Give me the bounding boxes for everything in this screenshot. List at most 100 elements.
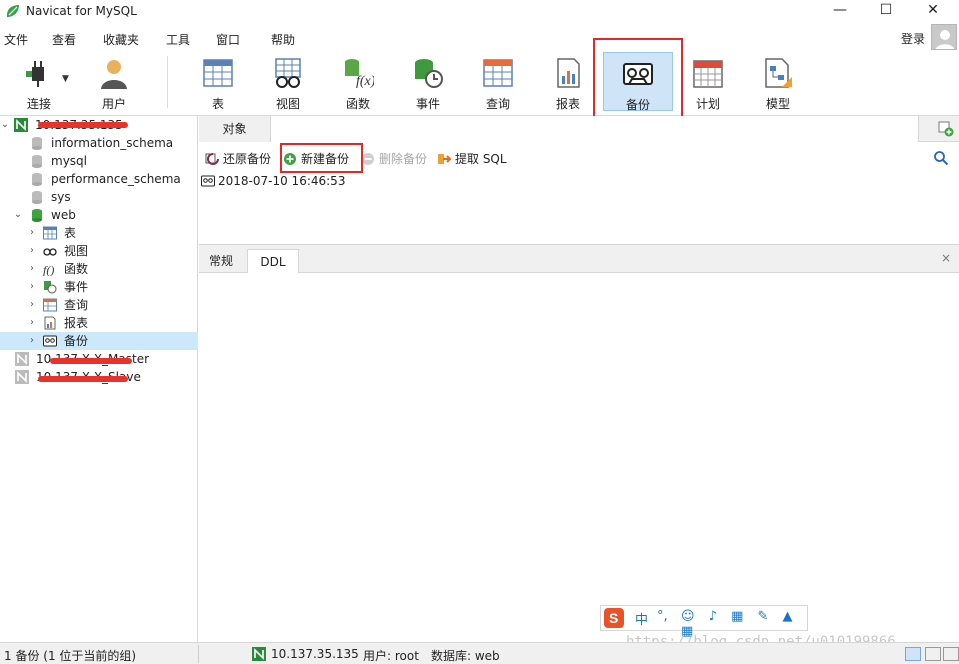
- view-button[interactable]: 视图: [257, 52, 319, 111]
- db-label: performance_schema: [51, 172, 181, 186]
- view-icon: [275, 58, 301, 88]
- tree-web-events[interactable]: › 事件: [0, 278, 198, 296]
- menu-help[interactable]: 帮助: [271, 31, 295, 48]
- delete-backup-button[interactable]: 删除备份: [361, 150, 435, 168]
- menu-favorites[interactable]: 收藏夹: [103, 31, 139, 48]
- detail-view-icon[interactable]: [943, 647, 959, 661]
- new-tab-icon[interactable]: [937, 120, 955, 138]
- close-button[interactable]: ✕: [910, 0, 956, 22]
- tree-db-web[interactable]: ⌄ web: [0, 206, 198, 224]
- report-button[interactable]: 报表: [537, 52, 599, 111]
- expand-arrow-icon[interactable]: ›: [27, 296, 37, 314]
- query-button[interactable]: 查询: [467, 52, 529, 111]
- ime-toolbar[interactable]: S 中 °, ☺ ♪ ▦ ✎ ▲ ▦: [600, 605, 808, 639]
- connection-inactive-icon: [15, 370, 29, 384]
- ime-chinese-mode[interactable]: 中: [635, 609, 648, 628]
- extract-sql-button[interactable]: 提取 SQL: [437, 150, 517, 168]
- menu-bar: 文件 查看 收藏夹 工具 窗口 帮助 登录: [0, 26, 959, 48]
- list-view-icon[interactable]: [925, 647, 941, 661]
- tree-label: 查询: [64, 298, 89, 312]
- tree-label: 报表: [64, 316, 89, 330]
- svg-text:S: S: [609, 610, 618, 626]
- function-button[interactable]: f(x) 函数: [327, 52, 389, 111]
- expand-arrow-icon[interactable]: ›: [27, 242, 37, 260]
- event-icon: [44, 281, 57, 294]
- menu-window[interactable]: 窗口: [216, 31, 240, 48]
- menu-file[interactable]: 文件: [4, 31, 28, 48]
- grid-view-icon[interactable]: [905, 647, 921, 661]
- tree-web-queries[interactable]: › 查询: [0, 296, 198, 314]
- report-label: 报表: [555, 97, 580, 111]
- collapse-arrow-icon[interactable]: ⌄: [0, 116, 10, 134]
- tab-ddl[interactable]: DDL: [247, 249, 299, 273]
- event-button[interactable]: 事件: [397, 52, 459, 111]
- view-label: 视图: [275, 97, 300, 111]
- tree-web-views[interactable]: › 视图: [0, 242, 198, 260]
- redaction-mark: [38, 376, 128, 382]
- schedule-label: 计划: [695, 97, 720, 111]
- query-icon: [483, 59, 513, 87]
- calendar-icon: [693, 60, 723, 88]
- extract-arrow-icon: [438, 154, 451, 164]
- function-icon: f(x): [345, 59, 374, 89]
- query-icon: [43, 298, 57, 312]
- tab-strip-empty: [271, 116, 919, 142]
- user-avatar[interactable]: [931, 24, 957, 50]
- ime-punctuation[interactable]: °,: [657, 609, 668, 624]
- tree-label: 事件: [64, 280, 89, 294]
- menu-tools[interactable]: 工具: [166, 31, 190, 48]
- tree-connection-3[interactable]: 10.137.X.X_Slave: [0, 368, 198, 386]
- glasses-icon: [43, 248, 57, 256]
- database-icon: [32, 191, 42, 204]
- svg-text:f(x): f(x): [356, 74, 374, 89]
- search-icon[interactable]: [933, 150, 949, 166]
- highlight-backup-box: [593, 38, 683, 125]
- tab-general[interactable]: 常规: [201, 249, 241, 273]
- tree-web-reports[interactable]: › 报表: [0, 314, 198, 332]
- restore-backup-button[interactable]: 还原备份: [205, 150, 279, 168]
- backup-icon: [43, 335, 57, 347]
- expand-arrow-icon[interactable]: ›: [27, 224, 37, 242]
- status-connection: 10.137.35.135: [271, 647, 359, 661]
- table-button[interactable]: 表: [187, 52, 249, 111]
- tree-web-functions[interactable]: › f() 函数: [0, 260, 198, 278]
- database-open-icon: [32, 209, 42, 222]
- tree-web-backups[interactable]: › 备份: [0, 332, 198, 350]
- model-button[interactable]: 模型: [747, 52, 809, 111]
- tree-db-mysql[interactable]: mysql: [0, 152, 198, 170]
- user-button[interactable]: 用户: [83, 52, 145, 111]
- login-link[interactable]: 登录: [901, 30, 925, 47]
- collapse-arrow-icon[interactable]: ⌄: [13, 206, 23, 224]
- maximize-button[interactable]: ☐: [863, 0, 909, 22]
- tree-db-information-schema[interactable]: information_schema: [0, 134, 198, 152]
- expand-arrow-icon[interactable]: ›: [27, 332, 37, 350]
- db-label: mysql: [51, 154, 87, 168]
- query-label: 查询: [485, 97, 510, 111]
- sogou-logo-icon: S: [604, 608, 624, 628]
- report-icon: [44, 316, 56, 330]
- table-label: 表: [211, 97, 224, 111]
- minimize-button[interactable]: —: [817, 0, 863, 22]
- restore-icon: [205, 153, 219, 165]
- tree-connection-1[interactable]: ⌄ 10.137.35.135: [0, 116, 198, 134]
- tree-label: 备份: [64, 334, 89, 348]
- table-icon: [43, 226, 57, 240]
- db-label: sys: [51, 190, 71, 204]
- window-title: Navicat for MySQL: [26, 4, 137, 18]
- schedule-button[interactable]: 计划: [677, 52, 739, 111]
- expand-arrow-icon[interactable]: ›: [27, 260, 37, 278]
- connect-dropdown-icon[interactable]: ▼: [62, 74, 69, 84]
- tree-web-tables[interactable]: › 表: [0, 224, 198, 242]
- expand-arrow-icon[interactable]: ›: [27, 314, 37, 332]
- db-label: information_schema: [51, 136, 174, 150]
- menu-view[interactable]: 查看: [52, 31, 76, 48]
- tab-objects[interactable]: 对象: [199, 116, 271, 142]
- tree-db-performance-schema[interactable]: performance_schema: [0, 170, 198, 188]
- connect-button[interactable]: ▼ 连接: [8, 52, 70, 111]
- expand-arrow-icon[interactable]: ›: [27, 278, 37, 296]
- tree-connection-2[interactable]: 10.137.X.X_Master: [0, 350, 198, 368]
- backup-file-icon: [201, 175, 215, 187]
- connection-inactive-icon: [15, 352, 29, 366]
- close-panel-icon[interactable]: ×: [941, 251, 951, 265]
- tree-db-sys[interactable]: sys: [0, 188, 198, 206]
